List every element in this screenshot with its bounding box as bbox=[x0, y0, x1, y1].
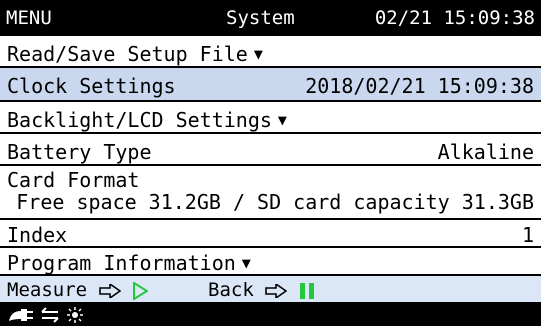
row-label: Backlight/LCD Settings bbox=[7, 108, 272, 132]
row-value: 2018/02/21 15:09:38 bbox=[305, 74, 534, 98]
row-label: Battery Type bbox=[7, 140, 152, 164]
row-battery-type[interactable]: Battery Type Alkaline bbox=[0, 134, 541, 166]
right-arrow-icon bbox=[265, 283, 288, 298]
row-program-information[interactable]: Program Information ▼ bbox=[0, 248, 541, 276]
menu-screen: MENU System 02/21 15:09:38 Read/Save Set… bbox=[0, 0, 541, 326]
brightness-sun-icon bbox=[67, 307, 83, 323]
key-guide-bar: Measure Back bbox=[0, 276, 541, 304]
row-label: Card Format bbox=[7, 168, 140, 192]
measure-hint: Measure bbox=[7, 279, 148, 301]
row-clock-settings[interactable]: Clock Settings 2018/02/21 15:09:38 bbox=[0, 68, 541, 102]
dropdown-arrow-icon: ▼ bbox=[241, 254, 251, 272]
header-clock: 02/21 15:09:38 bbox=[374, 7, 535, 29]
mode-label: System bbox=[226, 7, 295, 29]
row-label: Read/Save Setup File bbox=[7, 42, 248, 66]
menu-title: MENU bbox=[6, 7, 52, 29]
row-value: 1 bbox=[521, 223, 534, 247]
row-backlight-lcd-settings[interactable]: Backlight/LCD Settings ▼ bbox=[0, 102, 541, 134]
row-value: Alkaline bbox=[437, 140, 534, 164]
back-label: Back bbox=[208, 279, 254, 301]
row-index[interactable]: Index 1 bbox=[0, 220, 541, 248]
title-bar: MENU System 02/21 15:09:38 bbox=[0, 0, 541, 36]
right-arrow-icon bbox=[98, 283, 121, 298]
power-plug-icon bbox=[9, 309, 33, 321]
dropdown-arrow-icon: ▼ bbox=[277, 111, 287, 129]
row-card-format[interactable]: Card Format Free space 31.2GB / SD card … bbox=[0, 166, 541, 220]
row-read-save-setup-file[interactable]: Read/Save Setup File ▼ bbox=[0, 36, 541, 68]
pause-icon bbox=[299, 282, 314, 299]
row-label: Clock Settings bbox=[7, 74, 176, 98]
card-capacity-text: Free space 31.2GB / SD card capacity 31.… bbox=[16, 190, 534, 214]
measure-label: Measure bbox=[7, 279, 88, 301]
back-hint: Back bbox=[208, 279, 315, 301]
play-icon bbox=[132, 281, 148, 300]
row-label: Index bbox=[7, 223, 68, 247]
dropdown-arrow-icon: ▼ bbox=[253, 45, 263, 63]
swap-arrows-icon bbox=[41, 307, 59, 323]
status-bar bbox=[0, 304, 541, 326]
row-label: Program Information bbox=[7, 251, 236, 275]
